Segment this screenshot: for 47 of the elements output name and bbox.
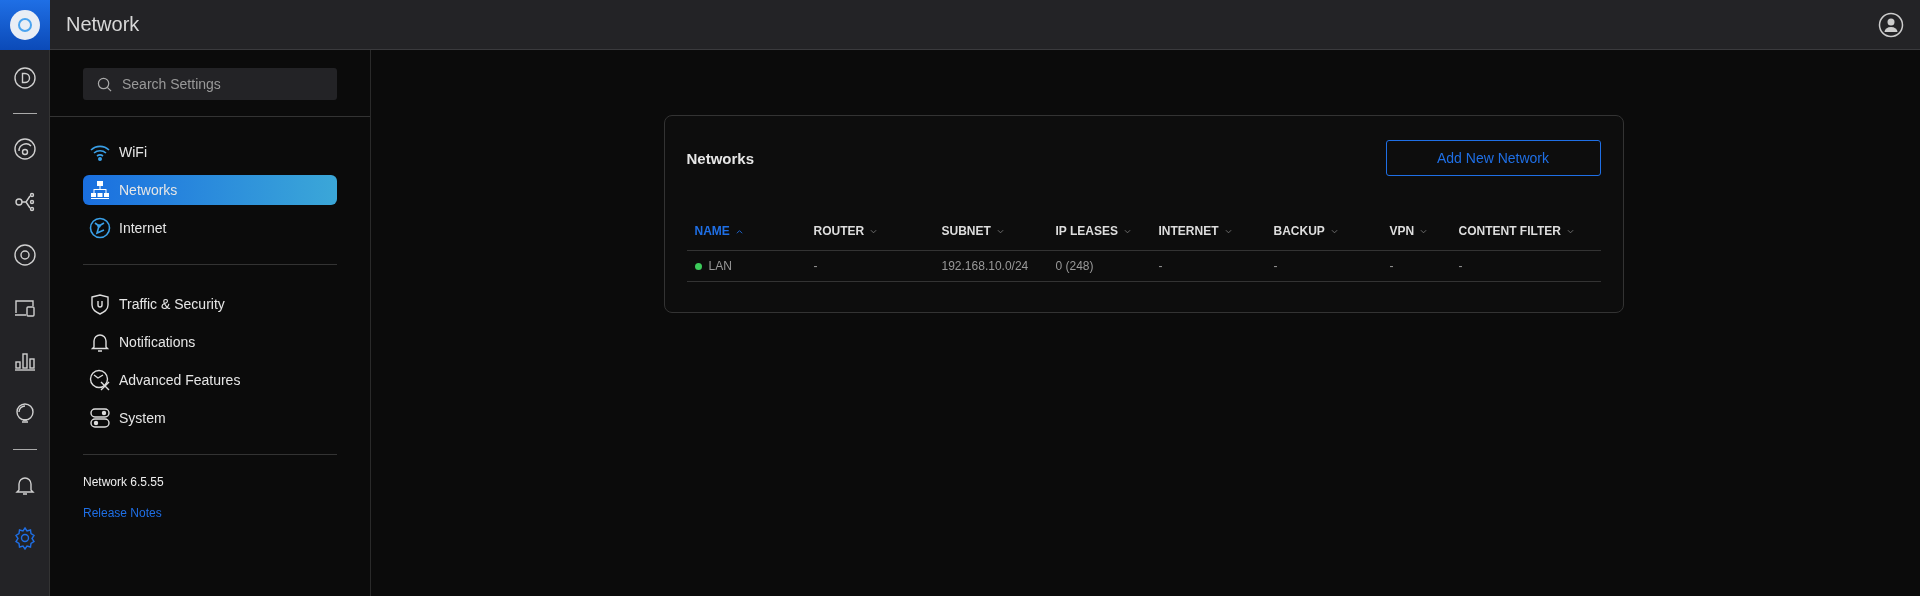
card-title: Networks — [686, 149, 755, 167]
sort-caret-icon — [1330, 229, 1338, 235]
cell-text: - — [1458, 259, 1463, 273]
column-header[interactable]: SUBNET — [933, 224, 1048, 251]
column-header[interactable]: ROUTER — [805, 224, 934, 251]
page-title: Network — [66, 13, 140, 36]
settings-nav-item[interactable]: WiFi — [83, 137, 337, 167]
shield-icon — [89, 293, 111, 315]
toggles-icon — [89, 407, 111, 429]
cell-text: - — [1389, 259, 1394, 273]
release-notes-link[interactable]: Release Notes — [83, 506, 337, 520]
sort-caret-icon — [1420, 229, 1428, 235]
sort-caret-icon — [1224, 229, 1232, 235]
dashboard-icon[interactable] — [12, 66, 37, 90]
cell-text: LAN — [708, 259, 732, 273]
app-logo-icon[interactable] — [0, 0, 50, 50]
column-header[interactable]: INTERNET — [1150, 224, 1266, 251]
settings-nav-item[interactable]: Traffic & Security — [83, 289, 337, 319]
sort-caret-icon — [735, 229, 743, 235]
user-avatar-icon[interactable] — [1878, 11, 1904, 38]
topology-icon[interactable] — [12, 190, 37, 214]
column-header[interactable]: VPN — [1381, 224, 1451, 251]
cell-text: - — [813, 259, 818, 273]
sort-caret-icon — [1123, 229, 1131, 235]
settings-nav-item[interactable]: Internet — [83, 213, 337, 243]
column-header[interactable]: BACKUP — [1265, 224, 1382, 251]
network-icon — [89, 179, 111, 201]
column-header[interactable]: IP LEASES — [1047, 224, 1151, 251]
sort-caret-icon — [996, 229, 1004, 235]
version-text: Network 6.5.55 — [83, 475, 165, 489]
cell-text: 0 (248) — [1055, 259, 1094, 273]
sort-caret-icon — [870, 229, 878, 235]
bell-icon — [89, 331, 111, 353]
settings-nav-item[interactable]: System — [83, 403, 337, 433]
sort-caret-icon — [1566, 229, 1574, 235]
column-header[interactable]: CONTENT FILTER — [1450, 224, 1601, 251]
add-network-button[interactable]: Add New Network — [1385, 140, 1601, 176]
settings-nav-item[interactable]: Advanced Features — [83, 365, 337, 395]
globe-icon — [89, 217, 111, 239]
clients-icon[interactable] — [12, 137, 37, 161]
settings-icon[interactable] — [12, 526, 37, 550]
cell-text: - — [1158, 259, 1163, 273]
cell-text: 192.168.10.0/24 — [941, 259, 1029, 273]
search-field[interactable]: Search Settings — [83, 68, 337, 100]
settings-nav-item[interactable]: Notifications — [83, 327, 337, 357]
column-header[interactable]: NAME — [686, 224, 806, 251]
cell-text: - — [1273, 259, 1278, 273]
